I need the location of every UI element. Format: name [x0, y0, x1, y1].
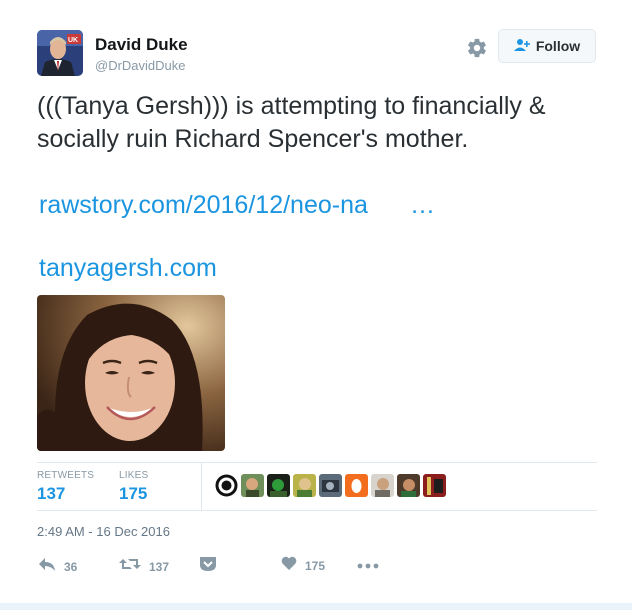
- liker-avatar[interactable]: [345, 474, 368, 497]
- reply-icon: [38, 556, 56, 577]
- svg-text:UK: UK: [68, 37, 78, 44]
- liker-avatar[interactable]: [423, 474, 446, 497]
- liker-avatar[interactable]: [397, 474, 420, 497]
- tweet-link-rawstory[interactable]: rawstory.com/2016/12/neo-na: [39, 191, 368, 220]
- liker-avatar[interactable]: [371, 474, 394, 497]
- retweet-button[interactable]: 137: [119, 556, 169, 577]
- follow-label: Follow: [535, 38, 581, 54]
- tweet-text: (((Tanya Gersh))) is attempting to finan…: [37, 92, 546, 153]
- retweet-count: 137: [149, 559, 170, 574]
- more-button[interactable]: [357, 556, 379, 574]
- liker-avatar[interactable]: [215, 474, 238, 497]
- add-user-icon: [513, 38, 530, 55]
- stats-separator: [201, 463, 202, 511]
- likes-count[interactable]: 175: [119, 484, 147, 504]
- like-count: 175: [305, 559, 326, 573]
- stats-bottom-divider: [37, 510, 597, 511]
- author-display-name[interactable]: David Duke: [95, 35, 188, 55]
- author-screen-name[interactable]: @DrDavidDuke: [95, 58, 186, 73]
- gear-icon[interactable]: [466, 37, 488, 59]
- liker-avatar[interactable]: [293, 474, 316, 497]
- moments-icon: [199, 556, 217, 577]
- bottom-strip: [0, 603, 632, 610]
- link-ellipsis: …: [410, 191, 435, 219]
- ellipsis-icon: [357, 556, 379, 574]
- heart-icon: [281, 556, 297, 576]
- reply-button[interactable]: 36: [38, 556, 77, 577]
- tweet-photo[interactable]: [37, 295, 225, 451]
- like-button[interactable]: 175: [281, 556, 325, 576]
- moments-button[interactable]: [199, 556, 217, 577]
- retweets-count[interactable]: 137: [37, 484, 65, 504]
- stats-top-divider: [37, 462, 597, 463]
- retweets-label: RETWEETS: [37, 470, 95, 481]
- liker-avatars: [215, 474, 446, 497]
- author-avatar[interactable]: UK: [37, 30, 83, 76]
- reply-count: 36: [64, 559, 78, 574]
- tweet-timestamp[interactable]: 2:49 AM - 16 Dec 2016: [37, 524, 170, 539]
- tweet-card: UK David Duke @DrDavidDuke Follow (((Tan…: [0, 0, 632, 610]
- liker-avatar[interactable]: [267, 474, 290, 497]
- tweet-link-tanyagersh[interactable]: tanyagersh.com: [39, 254, 217, 283]
- liker-avatar[interactable]: [319, 474, 342, 497]
- follow-button[interactable]: Follow: [498, 29, 596, 63]
- likes-label: LIKES: [119, 470, 149, 481]
- retweet-icon: [119, 556, 141, 577]
- liker-avatar[interactable]: [241, 474, 264, 497]
